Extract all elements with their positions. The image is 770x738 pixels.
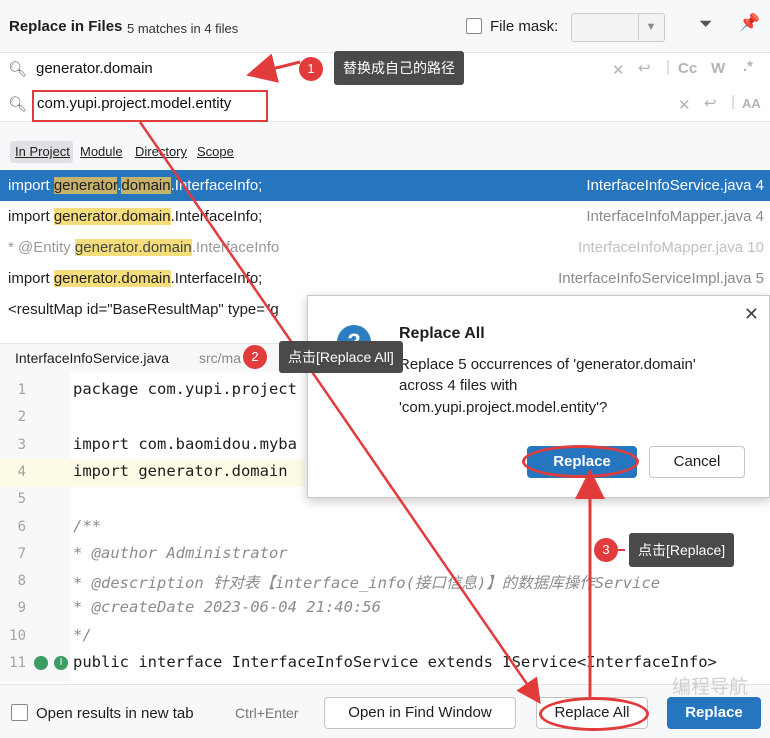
annotation-ring [539, 697, 649, 731]
annotation-ring [522, 445, 639, 478]
step-badge-1: 1 [299, 57, 323, 81]
step-badge-3: 3 [594, 538, 618, 562]
callout-step3: 点击[Replace] [629, 533, 735, 567]
callout-step2: 点击[Replace All] [279, 341, 403, 373]
callout-step1: 替换成自己的路径 [334, 51, 464, 85]
step-badge-2: 2 [243, 345, 267, 369]
arrow-step1 [246, 53, 301, 83]
arrow-step2 [138, 121, 541, 705]
